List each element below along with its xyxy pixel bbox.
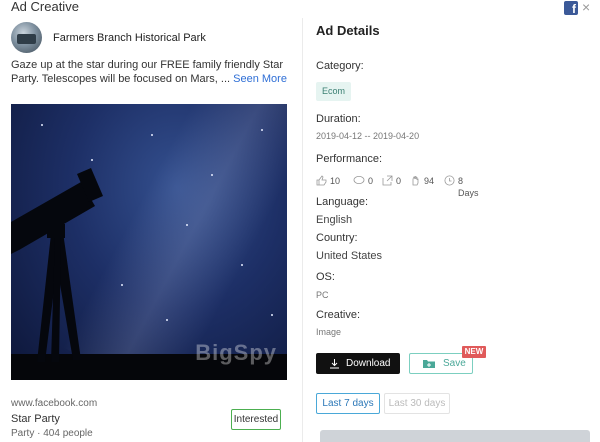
performance-stats: 10 0 0 94 8 Days (316, 175, 516, 198)
duration-value: 2019-04-12 -- 2019-04-20 (316, 131, 420, 141)
category-tag[interactable]: Ecom (316, 82, 352, 101)
seen-more-link[interactable]: Seen More (233, 73, 287, 85)
facebook-letter: f (572, 2, 576, 16)
language-label: Language: (316, 196, 368, 208)
reactions-count: 94 (424, 176, 435, 186)
download-button[interactable]: Download (316, 353, 400, 374)
os-value: PC (316, 290, 329, 300)
performance-label: Performance: (316, 153, 383, 165)
page-name[interactable]: Farmers Branch Historical Park (53, 32, 206, 44)
folder-plus-icon (423, 360, 435, 368)
page-avatar[interactable] (11, 22, 42, 53)
creative-label: Creative: (316, 309, 361, 321)
range-last-7-days[interactable]: Last 7 days (316, 393, 380, 414)
new-badge: NEW (462, 346, 486, 358)
days-count: 8 Days (458, 176, 479, 198)
comment-icon (353, 176, 365, 184)
chart-area-preview (320, 430, 590, 442)
download-icon (330, 359, 339, 369)
duration-label: Duration: (316, 113, 361, 125)
os-label: OS: (316, 271, 335, 283)
language-value: English (316, 214, 353, 226)
creative-value: Image (316, 327, 342, 337)
event-title: Star Party (11, 413, 60, 425)
details-title: Ad Details (316, 23, 380, 38)
clock-icon (444, 175, 455, 186)
thumbs-up-icon (316, 175, 327, 186)
country-label: Country: (316, 232, 358, 244)
telescope-silhouette (11, 168, 103, 362)
modal-title: Ad Creative (11, 0, 79, 14)
likes-count: 10 (330, 176, 341, 186)
panel-divider (302, 18, 303, 442)
interested-button[interactable]: Interested (231, 409, 281, 430)
ad-url: www.facebook.com (11, 398, 98, 409)
ad-image[interactable]: BigSpy (11, 104, 287, 380)
close-icon[interactable]: × (582, 0, 590, 15)
image-watermark: BigSpy (195, 340, 277, 365)
download-label: Download (346, 358, 391, 369)
modal-header: Ad Creative f × (0, 0, 600, 18)
range-last-30-days[interactable]: Last 30 days (384, 393, 450, 414)
facebook-icon: f (564, 1, 578, 16)
event-subtitle: Party · 404 people (11, 428, 93, 439)
comments-count: 0 (368, 176, 374, 186)
share-icon (382, 175, 393, 186)
category-label: Category: (316, 60, 364, 72)
ad-text: Gaze up at the star during our FREE fami… (11, 58, 291, 86)
hand-icon (412, 176, 419, 186)
country-value: United States (316, 250, 383, 262)
shares-count: 0 (396, 176, 402, 186)
